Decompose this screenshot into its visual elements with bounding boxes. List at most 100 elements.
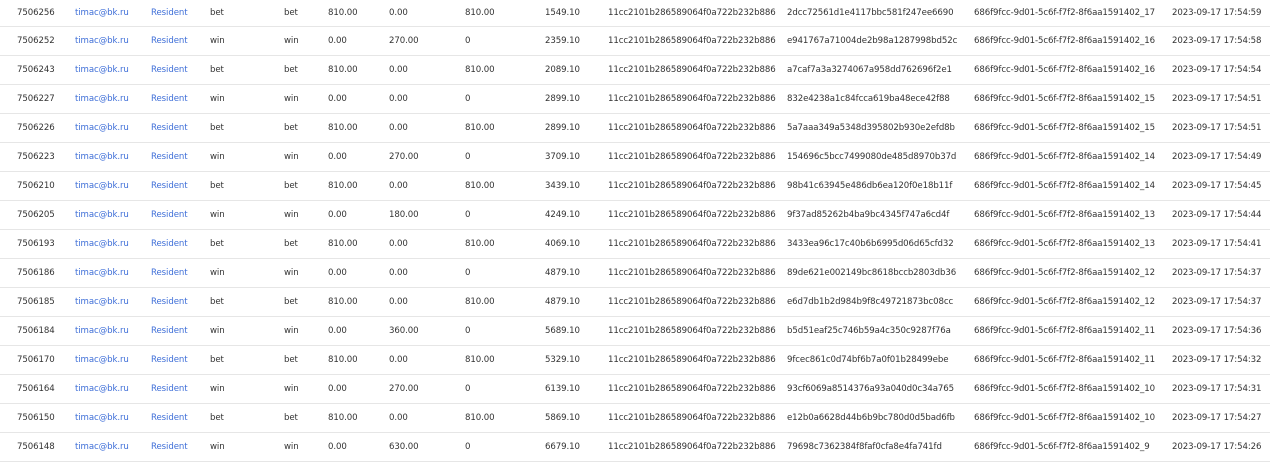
debit-amount-cell: 0 (465, 316, 545, 346)
user-email-link[interactable]: timac@bk.ru (75, 316, 151, 346)
balance-cell: 5869.10 (545, 403, 608, 433)
session-hash-cell: 11cc2101b286589064f0a722b232b886 (608, 0, 787, 27)
user-email-link[interactable]: timac@bk.ru (75, 374, 151, 404)
transaction-hash-cell: 5a7aaa349a5348d395802b930e2efd8b (787, 113, 974, 143)
transaction-id-cell: 7506193 (0, 229, 75, 259)
transaction-id-cell: 7506226 (0, 113, 75, 143)
user-status-link[interactable]: Resident (151, 26, 210, 56)
bet-amount-cell: 810.00 (328, 229, 389, 259)
session-hash-cell: 11cc2101b286589064f0a722b232b886 (608, 142, 787, 172)
table-row: 7506223 timac@bk.ru Resident win win 0.00 270.… (0, 142, 1270, 172)
table-row: 7506205 timac@bk.ru Resident win win 0.00 180.… (0, 200, 1270, 230)
transaction-hash-cell: 9fcec861c0d74bf6b7a0f01b28499ebe (787, 345, 974, 375)
debit-amount-cell: 0 (465, 26, 545, 56)
timestamp-cell: 2023-09-17 17:54:26 (1172, 432, 1270, 462)
round-id-cell: 686f9fcc-9d01-5c6f-f7f2-8f6aa1591402_11 (974, 345, 1172, 375)
operation-type-cell: win (210, 26, 284, 56)
debit-amount-cell: 810.00 (465, 113, 545, 143)
round-id-cell: 686f9fcc-9d01-5c6f-f7f2-8f6aa1591402_10 (974, 374, 1172, 404)
bet-amount-cell: 810.00 (328, 171, 389, 201)
user-status-link[interactable]: Resident (151, 0, 210, 27)
user-status-link[interactable]: Resident (151, 316, 210, 346)
operation-type-cell: win (210, 258, 284, 288)
session-hash-cell: 11cc2101b286589064f0a722b232b886 (608, 200, 787, 230)
bet-amount-cell: 810.00 (328, 403, 389, 433)
transaction-hash-cell: 93cf6069a8514376a93a040d0c34a765 (787, 374, 974, 404)
transaction-hash-cell: 832e4238a1c84fcca619ba48ece42f88 (787, 84, 974, 114)
user-email-link[interactable]: timac@bk.ru (75, 432, 151, 462)
user-email-link[interactable]: timac@bk.ru (75, 0, 151, 27)
operation-subtype-cell: bet (284, 403, 328, 433)
user-email-link[interactable]: timac@bk.ru (75, 171, 151, 201)
transaction-hash-cell: e12b0a6628d44b6b9bc780d0d5bad6fb (787, 403, 974, 433)
user-email-link[interactable]: timac@bk.ru (75, 200, 151, 230)
user-email-link[interactable]: timac@bk.ru (75, 229, 151, 259)
debit-amount-cell: 810.00 (465, 0, 545, 27)
win-amount-cell: 0.00 (389, 229, 465, 259)
round-id-cell: 686f9fcc-9d01-5c6f-f7f2-8f6aa1591402_14 (974, 142, 1172, 172)
transaction-id-cell: 7506164 (0, 374, 75, 404)
bet-amount-cell: 0.00 (328, 84, 389, 114)
user-status-link[interactable]: Resident (151, 55, 210, 85)
user-status-link[interactable]: Resident (151, 403, 210, 433)
debit-amount-cell: 810.00 (465, 171, 545, 201)
round-id-cell: 686f9fcc-9d01-5c6f-f7f2-8f6aa1591402_11 (974, 316, 1172, 346)
user-status-link[interactable]: Resident (151, 432, 210, 462)
balance-cell: 2089.10 (545, 55, 608, 85)
debit-amount-cell: 810.00 (465, 229, 545, 259)
table-row: 7506210 timac@bk.ru Resident bet bet 810.00 0.… (0, 171, 1270, 201)
operation-type-cell: win (210, 200, 284, 230)
user-email-link[interactable]: timac@bk.ru (75, 287, 151, 317)
user-status-link[interactable]: Resident (151, 287, 210, 317)
transaction-id-cell: 7506252 (0, 26, 75, 56)
win-amount-cell: 0.00 (389, 258, 465, 288)
transaction-id-cell: 7506186 (0, 258, 75, 288)
user-status-link[interactable]: Resident (151, 200, 210, 230)
user-status-link[interactable]: Resident (151, 171, 210, 201)
transaction-id-cell: 7506223 (0, 142, 75, 172)
bet-amount-cell: 0.00 (328, 316, 389, 346)
timestamp-cell: 2023-09-17 17:54:31 (1172, 374, 1270, 404)
transaction-hash-cell: 89de621e002149bc8618bccb2803db36 (787, 258, 974, 288)
win-amount-cell: 0.00 (389, 0, 465, 27)
user-email-link[interactable]: timac@bk.ru (75, 113, 151, 143)
user-email-link[interactable]: timac@bk.ru (75, 258, 151, 288)
operation-subtype-cell: bet (284, 113, 328, 143)
bet-amount-cell: 810.00 (328, 0, 389, 27)
round-id-cell: 686f9fcc-9d01-5c6f-f7f2-8f6aa1591402_17 (974, 0, 1172, 27)
operation-type-cell: bet (210, 171, 284, 201)
table-row: 7506193 timac@bk.ru Resident bet bet 810.00 0.… (0, 229, 1270, 259)
table-row: 7506164 timac@bk.ru Resident win win 0.00 270.… (0, 374, 1270, 404)
user-status-link[interactable]: Resident (151, 374, 210, 404)
user-status-link[interactable]: Resident (151, 142, 210, 172)
operation-type-cell: win (210, 84, 284, 114)
user-email-link[interactable]: timac@bk.ru (75, 26, 151, 56)
user-email-link[interactable]: timac@bk.ru (75, 142, 151, 172)
win-amount-cell: 0.00 (389, 171, 465, 201)
bet-amount-cell: 810.00 (328, 287, 389, 317)
debit-amount-cell: 810.00 (465, 345, 545, 375)
transaction-hash-cell: 9f37ad85262b4ba9bc4345f747a6cd4f (787, 200, 974, 230)
win-amount-cell: 0.00 (389, 403, 465, 433)
debit-amount-cell: 0 (465, 432, 545, 462)
session-hash-cell: 11cc2101b286589064f0a722b232b886 (608, 403, 787, 433)
balance-cell: 5689.10 (545, 316, 608, 346)
debit-amount-cell: 810.00 (465, 55, 545, 85)
balance-cell: 4069.10 (545, 229, 608, 259)
win-amount-cell: 0.00 (389, 55, 465, 85)
user-email-link[interactable]: timac@bk.ru (75, 403, 151, 433)
transaction-hash-cell: e6d7db1b2d984b9f8c49721873bc08cc (787, 287, 974, 317)
user-email-link[interactable]: timac@bk.ru (75, 55, 151, 85)
user-status-link[interactable]: Resident (151, 229, 210, 259)
session-hash-cell: 11cc2101b286589064f0a722b232b886 (608, 55, 787, 85)
user-status-link[interactable]: Resident (151, 113, 210, 143)
user-status-link[interactable]: Resident (151, 258, 210, 288)
debit-amount-cell: 0 (465, 84, 545, 114)
user-email-link[interactable]: timac@bk.ru (75, 84, 151, 114)
timestamp-cell: 2023-09-17 17:54:54 (1172, 55, 1270, 85)
table-row: 7506148 timac@bk.ru Resident win win 0.00 630.… (0, 432, 1270, 462)
operation-subtype-cell: bet (284, 287, 328, 317)
user-status-link[interactable]: Resident (151, 84, 210, 114)
user-status-link[interactable]: Resident (151, 345, 210, 375)
user-email-link[interactable]: timac@bk.ru (75, 345, 151, 375)
